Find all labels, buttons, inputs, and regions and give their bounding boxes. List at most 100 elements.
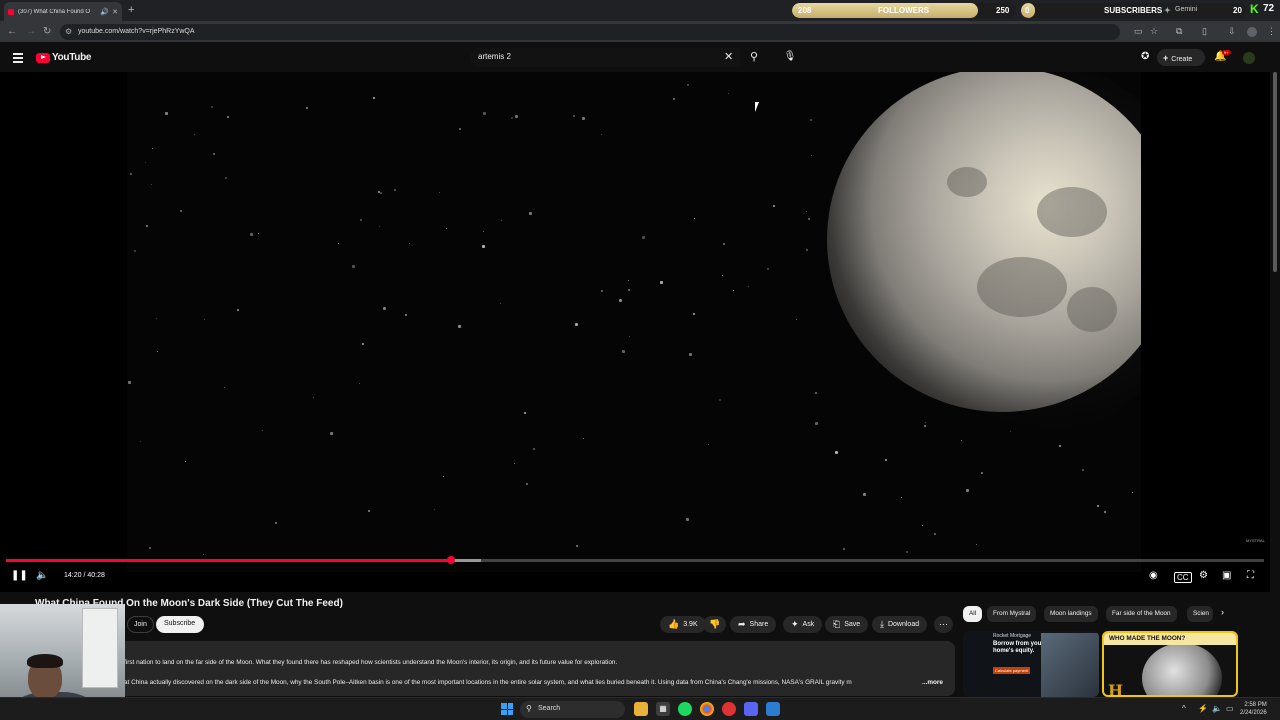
taskbar-search[interactable]: ⚲ Search bbox=[520, 701, 625, 718]
ask-button[interactable]: ✦ Ask bbox=[783, 616, 823, 633]
bookmark-star-icon[interactable]: ☆ bbox=[1150, 26, 1158, 37]
file-explorer-icon[interactable] bbox=[634, 702, 648, 716]
chip-far-side-of-the-moon[interactable]: Far side of the Moon bbox=[1106, 606, 1177, 622]
subscribers-label: SUBSCRIBERS bbox=[1104, 6, 1163, 15]
download-button[interactable]: ⤓ Download bbox=[872, 616, 928, 633]
url-field[interactable]: ⚙ youtube.com/watch?v=rjePhRzYwQA bbox=[60, 24, 1120, 40]
video-player[interactable]: MYSTRAL ❚❚ 🔈 14:20 / 40:28 ◉ CC ⚙ ▣ ⛶ bbox=[0, 72, 1270, 592]
star bbox=[980, 472, 983, 475]
site-info-icon[interactable]: ⚙ bbox=[65, 27, 72, 36]
battery-icon[interactable]: ▭ bbox=[1226, 704, 1234, 713]
volume-tray-icon[interactable]: 🔈 bbox=[1212, 704, 1222, 713]
captions-icon[interactable]: CC bbox=[1174, 572, 1192, 583]
subscribers-source: Gemini bbox=[1175, 6, 1198, 13]
search-icon: ⚲ bbox=[526, 704, 532, 713]
star bbox=[433, 509, 435, 511]
profile-icon[interactable] bbox=[1247, 27, 1257, 37]
voice-search-icon[interactable]: 🎙 bbox=[780, 47, 800, 67]
video-frame[interactable] bbox=[127, 72, 1141, 572]
close-tab-icon[interactable]: ✕ bbox=[112, 8, 118, 16]
pause-icon[interactable]: ❚❚ bbox=[11, 570, 28, 581]
download-label: Download bbox=[887, 621, 920, 628]
windows-taskbar: ⚲ Search ▦ ^ ⚡ 🔈 ▭ 2:58 PM 2/24/2026 bbox=[0, 697, 1280, 720]
star bbox=[1131, 491, 1133, 493]
star bbox=[708, 444, 710, 446]
settings-gear-icon[interactable]: ⚙ bbox=[1199, 570, 1208, 581]
tray-chevron-icon[interactable]: ^ bbox=[1182, 704, 1186, 713]
share-button[interactable]: ➦ Share bbox=[730, 616, 777, 633]
create-button[interactable]: + Create bbox=[1157, 49, 1205, 66]
autoplay-toggle-icon[interactable]: ◉ bbox=[1149, 570, 1158, 581]
progress-scrubber-handle[interactable] bbox=[447, 556, 455, 564]
followers-goal-bar: 208 FOLLOWERS 250 bbox=[792, 3, 1016, 18]
cast-icon[interactable]: ▭ bbox=[1134, 26, 1143, 37]
youtube-logo[interactable]: YouTube bbox=[36, 52, 92, 63]
chips-next-arrow-icon[interactable]: › bbox=[1221, 607, 1224, 617]
join-button[interactable]: Join bbox=[127, 616, 154, 633]
description-line-1: first nation to land on the far side of … bbox=[124, 659, 618, 666]
followers-current: 208 bbox=[798, 6, 812, 15]
star bbox=[524, 411, 527, 414]
page-scrollbar[interactable] bbox=[1273, 72, 1277, 272]
browser-menu-icon[interactable]: ⋮ bbox=[1267, 26, 1276, 37]
fullscreen-icon[interactable]: ⛶ bbox=[1247, 570, 1254, 581]
hamburger-menu-icon[interactable] bbox=[13, 53, 23, 63]
app-icon[interactable] bbox=[722, 702, 736, 716]
star bbox=[312, 397, 314, 399]
account-avatar[interactable] bbox=[1243, 52, 1255, 64]
chrome-icon[interactable] bbox=[700, 702, 714, 716]
star bbox=[574, 322, 578, 326]
star bbox=[442, 476, 444, 478]
taskbar-clock[interactable]: 2:58 PM 2/24/2026 bbox=[1240, 701, 1267, 717]
star bbox=[810, 119, 813, 122]
star bbox=[627, 289, 630, 292]
extensions-icon[interactable]: ⧉ bbox=[1176, 26, 1182, 37]
downloads-icon[interactable]: ⇩ bbox=[1228, 26, 1236, 37]
star bbox=[723, 242, 726, 245]
star bbox=[129, 172, 132, 175]
star bbox=[733, 289, 735, 291]
new-tab-icon[interactable]: + bbox=[128, 4, 134, 16]
browser-tab[interactable]: (307) What China Found O 🔊 ✕ bbox=[4, 2, 122, 21]
plus-icon: + bbox=[1163, 53, 1169, 63]
windows-start-icon[interactable] bbox=[501, 703, 513, 715]
sidepanel-icon[interactable]: ▯ bbox=[1202, 26, 1207, 37]
like-button[interactable]: 👍 3.9K bbox=[660, 616, 706, 633]
star bbox=[805, 248, 808, 251]
spotify-icon[interactable] bbox=[678, 702, 692, 716]
star bbox=[156, 351, 158, 353]
chip-science[interactable]: Scien bbox=[1187, 606, 1213, 622]
network-icon[interactable]: ⚡ bbox=[1198, 704, 1208, 713]
save-button[interactable]: ⎗ Save bbox=[825, 616, 869, 633]
star bbox=[179, 210, 182, 213]
back-icon[interactable]: ← bbox=[7, 26, 17, 37]
star bbox=[795, 318, 797, 320]
clock-time: 2:58 PM bbox=[1244, 702, 1267, 708]
audio-icon[interactable]: 🔊 bbox=[100, 8, 109, 16]
discord-icon[interactable] bbox=[744, 702, 758, 716]
chip-moon-landings[interactable]: Moon landings bbox=[1044, 606, 1098, 622]
youtube-play-icon bbox=[36, 52, 50, 63]
search-button[interactable]: ⚲ bbox=[742, 48, 766, 67]
description-more-link[interactable]: ...more bbox=[922, 679, 943, 686]
dislike-button[interactable]: 👎 bbox=[703, 616, 727, 633]
star bbox=[203, 553, 205, 555]
subscribe-button[interactable]: Subscribe bbox=[156, 616, 204, 633]
more-actions-button[interactable]: ⋯ bbox=[934, 616, 953, 633]
notes-icon[interactable] bbox=[766, 702, 780, 716]
volume-icon[interactable]: 🔈 bbox=[36, 570, 48, 581]
star bbox=[805, 211, 807, 212]
chip-from-mystral[interactable]: From Mystral bbox=[987, 606, 1037, 622]
description-box[interactable]: first nation to land on the far side of … bbox=[0, 641, 955, 696]
miniplayer-icon[interactable]: ▣ bbox=[1222, 570, 1231, 581]
forward-icon[interactable]: → bbox=[26, 26, 36, 37]
reload-icon[interactable]: ↻ bbox=[43, 26, 51, 37]
search-input[interactable]: artemis 2 bbox=[470, 48, 740, 67]
clear-search-icon[interactable]: ✕ bbox=[724, 50, 733, 63]
chip-all[interactable]: All bbox=[963, 606, 983, 622]
store-icon[interactable]: ▦ bbox=[656, 702, 670, 716]
studio-icon[interactable]: ✪ bbox=[1141, 51, 1149, 62]
related-video-thumbnail[interactable]: WHO MADE THE MOON? H bbox=[1102, 631, 1238, 697]
ad-thumbnail[interactable]: Rocket Mortgage Borrow from your home's … bbox=[963, 631, 1099, 697]
star bbox=[145, 162, 147, 164]
